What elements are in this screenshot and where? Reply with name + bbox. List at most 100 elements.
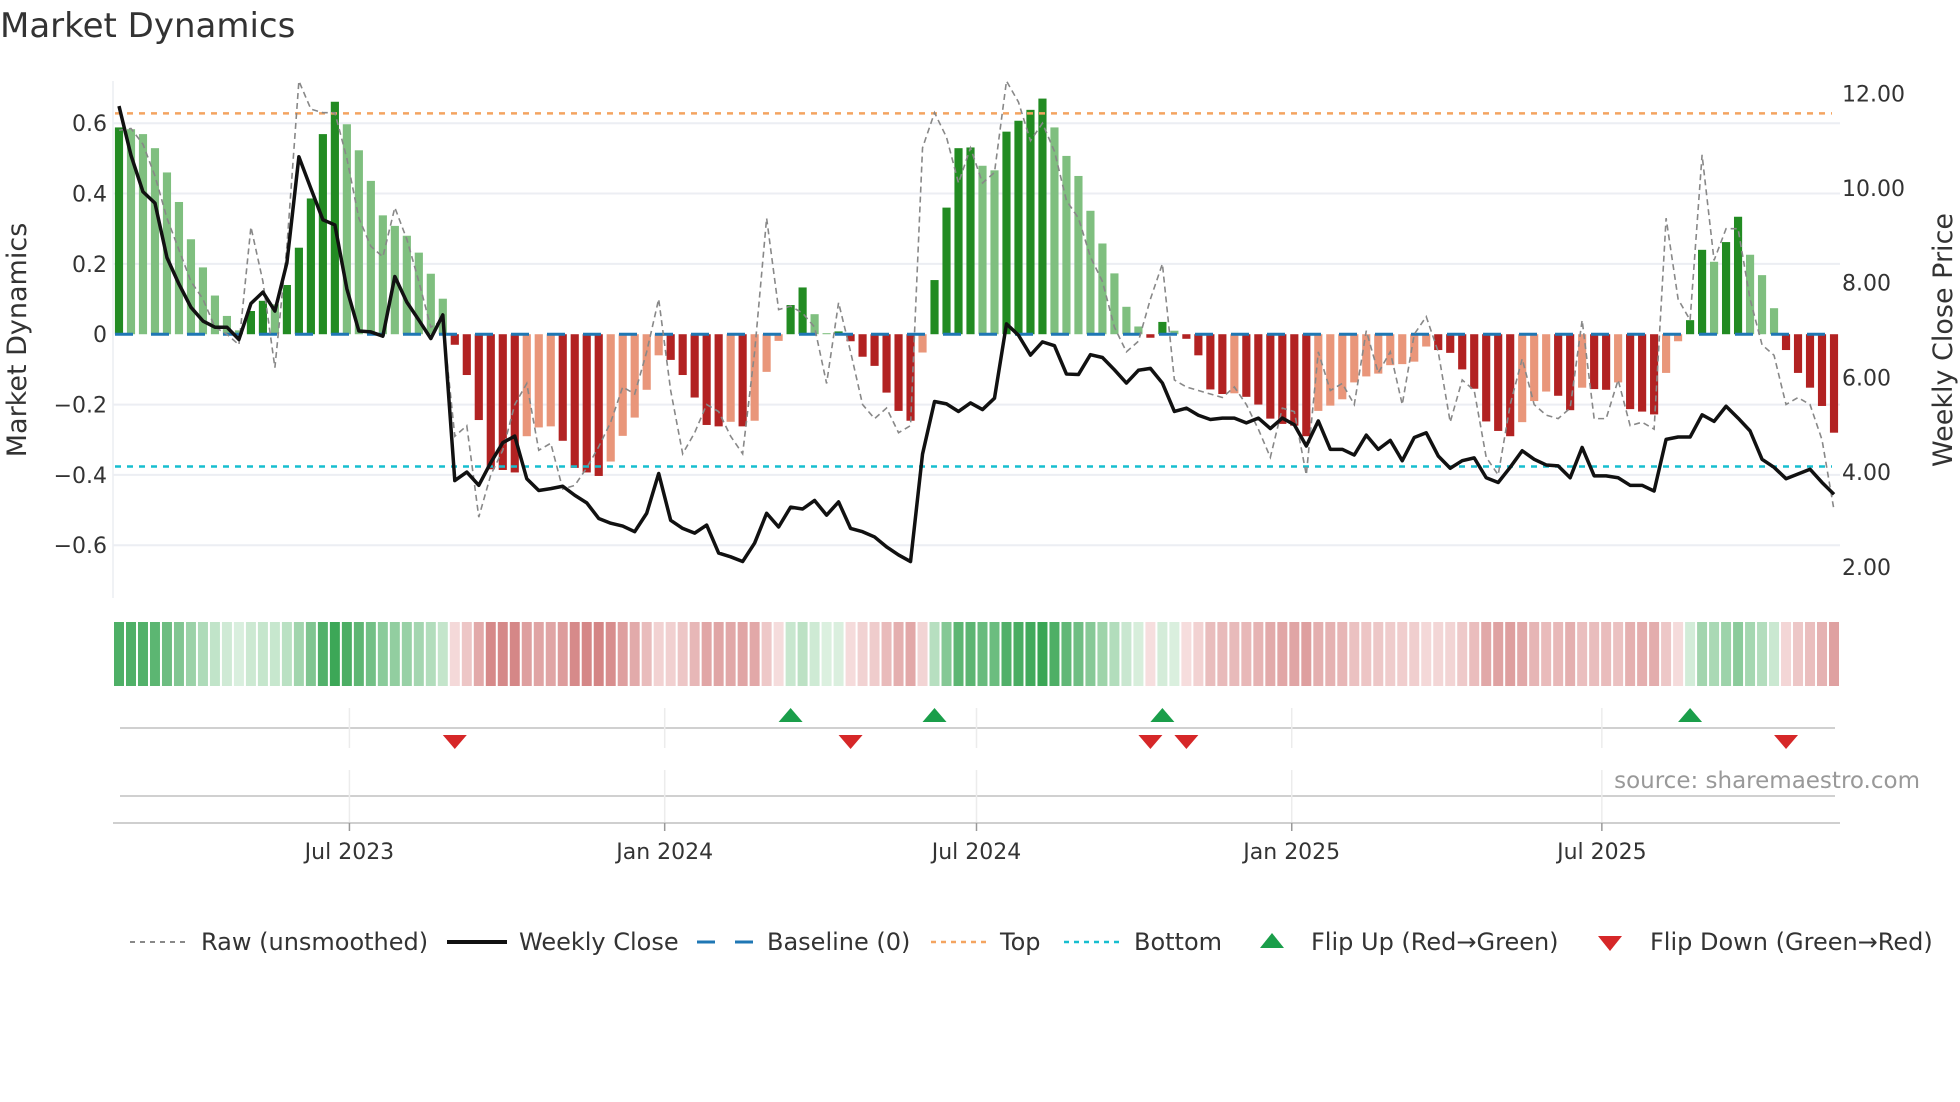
heatmap-cell [737,622,748,686]
y-tick-label: 0.2 [72,253,107,278]
heatmap-cell [581,622,592,686]
momentum-bar [1302,334,1311,437]
heatmap-cell [161,622,172,686]
y2-tick-label: 4.00 [1842,461,1891,486]
heatmap-cell [569,622,580,686]
momentum-bar [294,247,303,335]
momentum-bar [1002,131,1011,335]
y2-tick-label: 2.00 [1842,556,1891,581]
flip-up-marker [1678,708,1703,722]
heatmap-cell [953,622,964,686]
heatmap-cell [773,622,784,686]
heatmap-cell [1061,622,1072,686]
legend-raw-line-icon [130,941,186,943]
raw-unsmoothed-line [118,78,1835,518]
momentum-bar [1350,334,1359,383]
heatmap-cell [1697,622,1708,686]
triangle-down-icon [1598,936,1622,951]
heatmap-cell [917,622,928,686]
heatmap-cell [989,622,1000,686]
momentum-bar [570,334,579,468]
heatmap-cell [1661,622,1672,686]
momentum-bar [1518,334,1527,423]
momentum-bar [1614,334,1623,383]
heatmap-cell [1433,622,1444,686]
momentum-bar [258,300,267,335]
legend-top-line-icon [931,940,987,944]
heatmap-cell [1481,622,1492,686]
heatmap-cell [1733,622,1744,686]
momentum-bar [1278,334,1287,424]
momentum-bar [1098,243,1107,335]
heatmap-cell [749,622,760,686]
heatmap-cell [1577,622,1588,686]
momentum-bar [354,150,363,335]
momentum-bar [1793,334,1803,373]
heatmap-cell [1049,622,1060,686]
momentum-bar [1638,334,1647,412]
y-axis-label: Market Dynamics [2,223,33,458]
heatmap-cell [965,622,976,686]
heatmap-cell [437,622,448,686]
heatmap-cell [1373,622,1384,686]
heatmap-cell [185,622,196,686]
y-tick-label: −0.2 [54,394,107,419]
heatmap-cell [449,622,460,686]
heatmap-cell [149,622,160,686]
momentum-bar [966,147,975,335]
heatmap-cell [1517,622,1528,686]
heatmap-cell [209,622,220,686]
momentum-bar [1530,334,1539,402]
heatmap-cell [845,622,856,686]
momentum-bar [462,334,471,376]
heatmap-cell [1013,622,1024,686]
momentum-bar [822,333,831,335]
heatmap-cell [677,622,688,686]
legend-label: Bottom [1134,928,1223,956]
momentum-bar [1542,334,1551,392]
heatmap-cell [689,622,700,686]
heatmap-cell [245,622,256,686]
heatmap-cell [1649,622,1660,686]
heatmap-cell [1505,622,1516,686]
momentum-bar [894,334,903,411]
heatmap-cell [821,622,832,686]
flip-up-marker [922,708,947,722]
momentum-bar [1086,210,1095,335]
heatmap-cell [1253,622,1264,686]
y2-tick-label: 6.00 [1842,366,1891,391]
heatmap-cell [557,622,568,686]
momentum-bar [1470,334,1479,389]
momentum-bar [618,334,627,436]
heatmap-cell [485,622,496,686]
heatmap-cell [665,622,676,686]
momentum-bar [1686,320,1695,335]
momentum-bar [1122,306,1131,335]
heatmap-cell [1817,622,1828,686]
momentum-bar [1254,334,1263,405]
heatmap-cell [869,622,880,686]
momentum-bar [1721,242,1731,335]
heatmap-cell [1769,622,1780,686]
y2-tick-label: 10.00 [1842,177,1905,202]
momentum-bar [558,334,567,441]
momentum-bar [1590,334,1599,390]
momentum-bar [1206,334,1215,390]
y2-axis-label: Weekly Close Price [1928,213,1959,467]
momentum-bar [330,101,339,335]
momentum-bar [1386,334,1395,366]
momentum-bar [942,207,951,335]
momentum-bar [594,334,603,476]
momentum-bar [1146,334,1155,338]
momentum-bar [666,334,675,360]
legend-label: Raw (unsmoothed) [201,928,429,956]
y2-tick-label: 8.00 [1842,272,1891,297]
momentum-bar [582,334,591,473]
heatmap-cell [881,622,892,686]
heatmap-cell [1709,622,1720,686]
momentum-bar [930,280,939,335]
momentum-bar [858,334,867,357]
heatmap-cell [1685,622,1696,686]
momentum-bar [1230,334,1239,394]
heatmap-cell [461,622,472,686]
